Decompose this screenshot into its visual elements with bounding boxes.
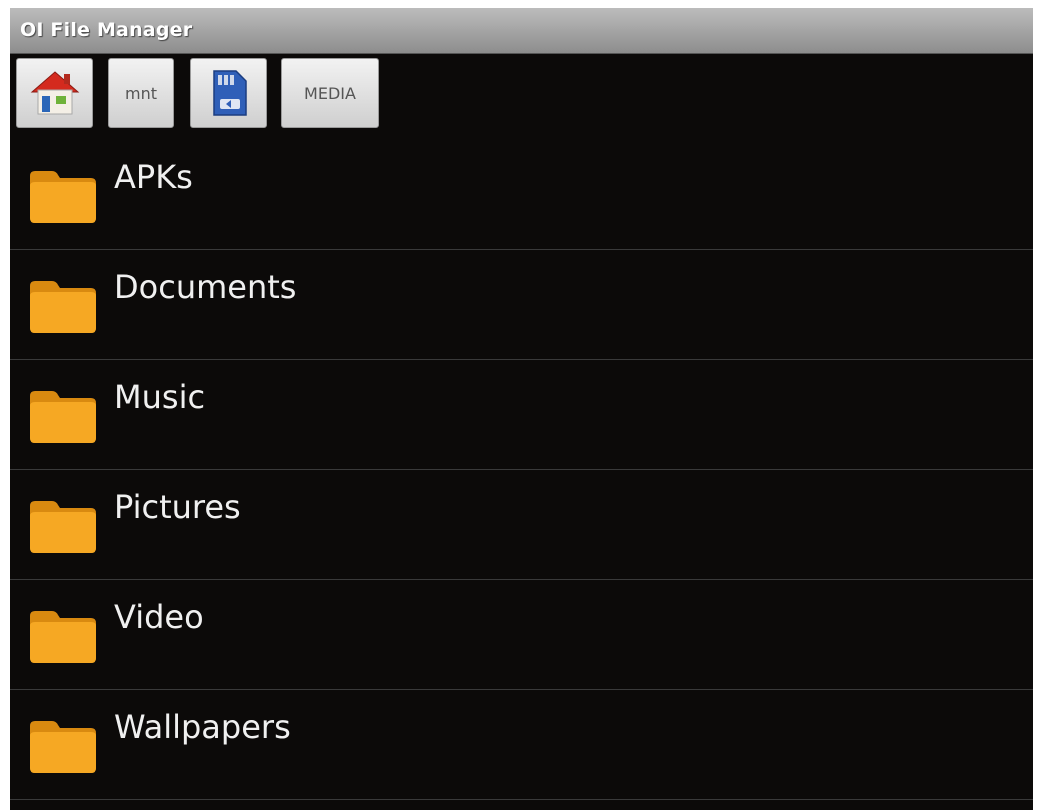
title-bar: OI File Manager: [10, 8, 1033, 54]
app-title: OI File Manager: [20, 19, 193, 41]
path-crumb-media[interactable]: MEDIA: [281, 58, 379, 128]
path-crumb-label: MEDIA: [304, 83, 356, 103]
path-crumb-label: mnt: [125, 83, 157, 103]
list-item[interactable]: Wallpapers: [10, 690, 1033, 800]
folder-name: Wallpapers: [114, 708, 291, 746]
folder-icon: [30, 171, 96, 223]
folder-name: APKs: [114, 158, 193, 196]
sdcard-button[interactable]: [190, 58, 267, 128]
path-bar: mnt MEDIA: [10, 54, 1033, 134]
folder-name: Video: [114, 598, 204, 636]
home-button[interactable]: [16, 58, 93, 128]
folder-name: Music: [114, 378, 206, 416]
folder-icon: [30, 611, 96, 663]
list-item[interactable]: APKs: [10, 140, 1033, 250]
list-item[interactable]: Music: [10, 360, 1033, 470]
app-screen: OI File Manager mnt MEDIA APKs Documents…: [10, 8, 1033, 810]
sdcard-icon: [212, 70, 247, 116]
folder-icon: [30, 721, 96, 773]
folder-icon: [30, 391, 96, 443]
folder-icon: [30, 281, 96, 333]
folder-icon: [30, 501, 96, 553]
path-crumb-mnt[interactable]: mnt: [108, 58, 174, 128]
folder-name: Documents: [114, 268, 297, 306]
list-item[interactable]: Pictures: [10, 470, 1033, 580]
folder-name: Pictures: [114, 488, 241, 526]
list-item[interactable]: Video: [10, 580, 1033, 690]
folder-list: APKs Documents Music Pictures Video Wall…: [10, 140, 1033, 800]
list-item[interactable]: Documents: [10, 250, 1033, 360]
home-icon: [30, 71, 79, 115]
